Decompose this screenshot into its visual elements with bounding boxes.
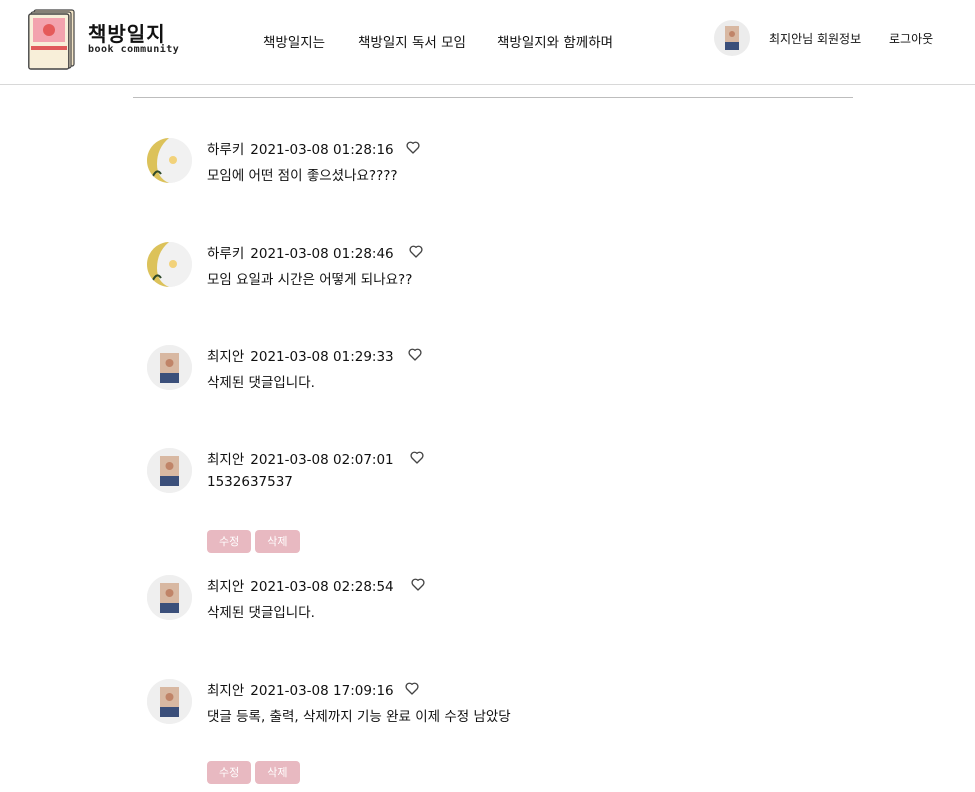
comment-text: 댓글 등록, 출력, 삭제까지 기능 완료 이제 수정 남았당 xyxy=(207,709,511,725)
comment-date: 2021-03-08 01:28:46 xyxy=(250,246,394,262)
comment-text: 1532637537 xyxy=(207,474,293,490)
book-cover-avatar-icon xyxy=(147,575,192,620)
commenter-avatar xyxy=(147,679,192,724)
heart-icon[interactable] xyxy=(409,449,425,465)
comment-text: 삭제된 댓글입니다. xyxy=(207,605,315,621)
comment-meta: 최지안 2021-03-08 02:28:54 xyxy=(207,575,394,595)
nav-item-together[interactable]: 책방일지와 함께하며 xyxy=(497,31,613,51)
comment-actions: 수정 삭제 xyxy=(207,530,304,553)
yellow-plant-avatar-icon xyxy=(147,242,192,287)
comment-date: 2021-03-08 02:07:01 xyxy=(250,452,394,468)
delete-button[interactable]: 삭제 xyxy=(255,530,300,553)
comment-text: 모임에 어떤 점이 좋으셨나요???? xyxy=(207,168,398,184)
comment-actions: 수정 삭제 xyxy=(207,761,304,784)
commenter-avatar xyxy=(147,345,192,390)
edit-button[interactable]: 수정 xyxy=(207,530,252,553)
edit-button[interactable]: 수정 xyxy=(207,761,252,784)
commenter-avatar xyxy=(147,242,192,287)
book-cover-avatar-icon xyxy=(147,448,192,493)
book-cover-avatar-icon xyxy=(147,345,192,390)
logout-link[interactable]: 로그아웃 xyxy=(889,30,933,47)
comment-date: 2021-03-08 02:28:54 xyxy=(250,579,394,595)
heart-icon[interactable] xyxy=(408,243,424,259)
user-avatar[interactable] xyxy=(714,20,750,56)
site-header: 책방일지 book community 책방일지는 책방일지 독서 모임 책방일… xyxy=(0,0,975,85)
nav-item-about[interactable]: 책방일지는 xyxy=(263,31,325,51)
delete-button[interactable]: 삭제 xyxy=(255,761,300,784)
logo-subtitle: book community xyxy=(88,44,180,55)
comment-date: 2021-03-08 01:29:33 xyxy=(250,349,394,365)
comment-text: 삭제된 댓글입니다. xyxy=(207,375,315,391)
heart-icon[interactable] xyxy=(407,346,423,362)
comment-author: 최지안 xyxy=(207,349,245,365)
comment-text: 모임 요일과 시간은 어떻게 되나요?? xyxy=(207,272,413,288)
commenter-avatar xyxy=(147,448,192,493)
comment-author: 최지안 xyxy=(207,452,245,468)
commenter-avatar xyxy=(147,138,192,183)
commenter-avatar xyxy=(147,575,192,620)
book-cover-avatar-icon xyxy=(147,679,192,724)
comment-author: 최지안 xyxy=(207,579,245,595)
comment-meta: 최지안 2021-03-08 17:09:16 xyxy=(207,679,394,699)
logo-title: 책방일지 xyxy=(88,22,166,46)
comment-meta: 하루키 2021-03-08 01:28:16 xyxy=(207,138,394,158)
comment-date: 2021-03-08 17:09:16 xyxy=(250,683,394,699)
comment-date: 2021-03-08 01:28:16 xyxy=(250,142,394,158)
comment-author: 하루키 xyxy=(207,246,245,262)
section-divider xyxy=(133,97,853,98)
book-logo-icon xyxy=(28,9,75,70)
book-cover-avatar-icon xyxy=(725,26,739,50)
user-info-link[interactable]: 최지안님 회원정보 xyxy=(769,30,861,47)
comment-meta: 하루키 2021-03-08 01:28:46 xyxy=(207,242,394,262)
comment-meta: 최지안 2021-03-08 02:07:01 xyxy=(207,448,394,468)
heart-icon[interactable] xyxy=(405,139,421,155)
comment-meta: 최지안 2021-03-08 01:29:33 xyxy=(207,345,394,365)
nav-item-reading-club[interactable]: 책방일지 독서 모임 xyxy=(358,31,466,51)
comment-author: 최지안 xyxy=(207,683,245,699)
site-logo[interactable]: 책방일지 book community xyxy=(26,6,186,74)
heart-icon[interactable] xyxy=(410,576,426,592)
heart-icon[interactable] xyxy=(404,680,420,696)
comment-author: 하루키 xyxy=(207,142,245,158)
yellow-plant-avatar-icon xyxy=(147,138,192,183)
